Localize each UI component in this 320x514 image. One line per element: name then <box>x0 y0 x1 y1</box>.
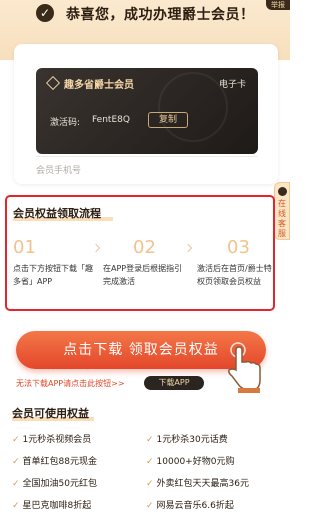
card-watermark <box>158 72 228 142</box>
customer-service-tab[interactable]: 在线客服 <box>274 182 290 240</box>
step-number: 03 <box>227 237 250 258</box>
step-2: 02 在APP登录后根据指引完成激活 <box>103 237 185 288</box>
process-title: 会员权益领取流程 <box>13 207 101 220</box>
member-phone-row: 会员手机号 <box>36 156 258 180</box>
check-icon: ✓ <box>12 501 20 511</box>
check-icon: ✓ <box>12 479 20 489</box>
step-1: 01 点击下方按钮下载「趣多省」APP <box>13 237 95 288</box>
benefit-item: ✓ 外卖红包天天最高36元 <box>146 479 249 489</box>
benefit-item: ✓ 星巴克咖啡8折起 <box>12 501 92 511</box>
benefit-item: ✓ 1元秒杀30元话费 <box>146 435 228 445</box>
step-number: 01 <box>13 237 36 258</box>
copy-button[interactable]: 复制 <box>148 112 188 128</box>
check-icon: ✓ <box>12 435 20 445</box>
step-3: 03 激活后在首页/爵士特权页领取会员权益 <box>197 237 273 288</box>
check-icon: ✓ <box>12 457 20 467</box>
step-text: 在APP登录后根据指引完成激活 <box>103 264 183 286</box>
diamond-icon <box>45 75 61 91</box>
benefit-item: ✓ 1元秒杀视频会员 <box>12 435 92 445</box>
card-name: 趣多省爵士会员 <box>64 80 134 91</box>
check-icon: ✓ <box>146 457 154 467</box>
step-text: 激活后在首页/爵士特权页领取会员权益 <box>197 264 272 286</box>
download-app-mini-button[interactable]: 下载APP <box>144 376 204 390</box>
benefit-item: ✓ 首单红包88元现金 <box>12 457 97 467</box>
vip-card: 趣多省爵士会员 电子卡 激活码: FentE8Q 复制 <box>36 68 258 154</box>
chevron-right-icon <box>183 243 193 253</box>
benefits-title: 会员可使用权益 <box>12 407 89 420</box>
card-type: 电子卡 <box>218 80 246 90</box>
check-icon: ✓ <box>146 435 154 445</box>
report-tab[interactable]: 举报 <box>266 0 290 10</box>
check-icon: ✓ <box>146 501 154 511</box>
step-text: 点击下方按钮下载「趣多省」APP <box>13 264 93 286</box>
activation-code-label: 激活码: <box>50 118 81 128</box>
member-phone-label: 会员手机号 <box>36 166 82 176</box>
membership-card-panel: 趣多省爵士会员 电子卡 激活码: FentE8Q 复制 会员手机号 <box>14 44 278 184</box>
benefit-item: ✓ 10000+好物0元购 <box>146 457 235 467</box>
check-circle-icon: ✓ <box>36 4 54 22</box>
customer-service-label: 在线客服 <box>278 199 286 238</box>
benefit-item: ✓ 网易云音乐6.6折起 <box>146 501 234 511</box>
download-help-hint[interactable]: 无法下载APP请点击此按钮>> <box>16 378 125 389</box>
check-icon: ✓ <box>146 479 154 489</box>
success-title: 恭喜您，成功办理爵士会员！ <box>66 7 255 23</box>
claim-process-box: 会员权益领取流程 01 点击下方按钮下载「趣多省」APP 02 在APP登录后根… <box>5 195 275 311</box>
benefit-item: ✓ 全国加油50元红包 <box>12 479 97 489</box>
activation-code-value: FentE8Q <box>92 115 130 125</box>
headset-icon <box>278 187 287 196</box>
step-number: 02 <box>133 237 156 258</box>
pointing-hand-icon <box>228 342 261 393</box>
